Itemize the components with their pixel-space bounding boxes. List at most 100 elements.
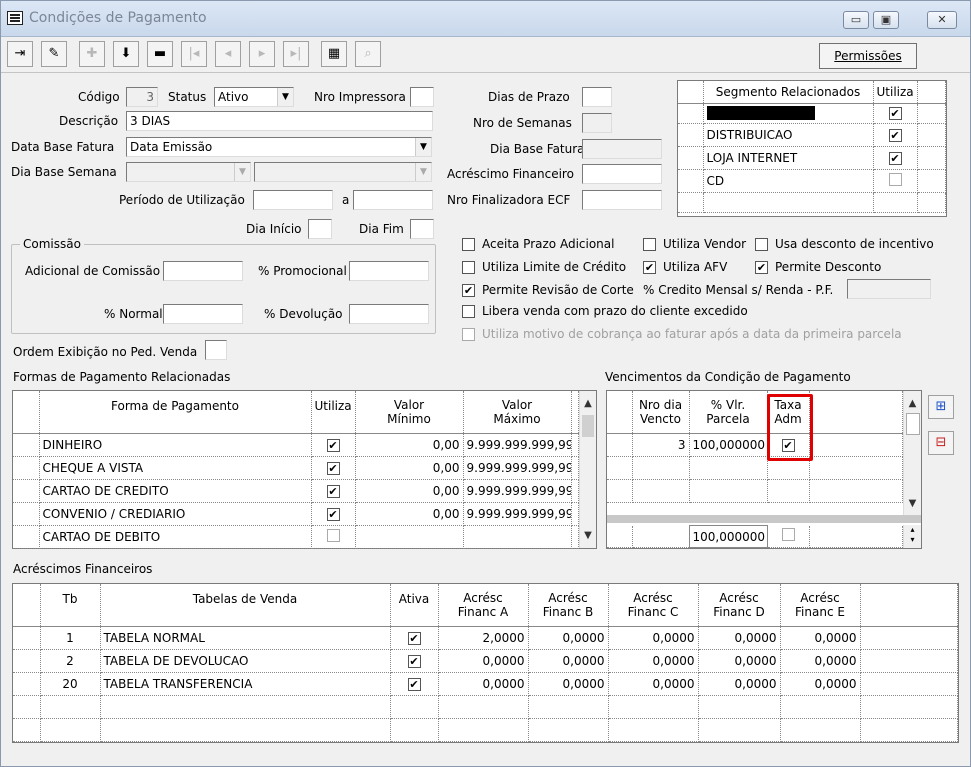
nro-impressora-field[interactable] xyxy=(410,87,434,107)
minimize-button[interactable]: ▭ xyxy=(843,11,869,29)
segmento-checkbox[interactable]: ✔ xyxy=(888,128,902,142)
permite-desconto-checkbox[interactable]: ✔ xyxy=(755,261,768,274)
data-base-fatura-select[interactable]: Data Emissão ▼ xyxy=(126,137,432,157)
financ-a-header-1: Acrésc xyxy=(463,590,503,605)
last-record-icon[interactable]: ▸| xyxy=(283,41,309,67)
forma-checkbox[interactable]: ✔ xyxy=(326,461,340,475)
acrescimos-grid[interactable]: Tb Tabelas de Venda Ativa Acrésc Financ A… xyxy=(12,583,959,743)
permite-revisao-checkbox[interactable]: ✔ xyxy=(462,284,475,297)
ativa-checkbox[interactable]: ✔ xyxy=(407,677,421,691)
normal-field[interactable] xyxy=(163,304,243,324)
permissoes-button[interactable]: Permissões xyxy=(819,43,917,69)
dia-base-fatura-field[interactable] xyxy=(582,139,662,159)
utiliza-motivo-checkbox[interactable] xyxy=(462,328,475,341)
table-row[interactable]: CARTAO DE CREDITO ✔ 0,00 9.999.999.999,9… xyxy=(13,479,579,503)
utiliza-afv-checkbox[interactable]: ✔ xyxy=(643,261,656,274)
chevron-up-icon[interactable]: ▲ xyxy=(904,395,921,413)
first-record-icon[interactable]: |◂ xyxy=(181,41,207,67)
next-record-icon[interactable]: ▸ xyxy=(249,41,275,67)
exit-icon[interactable]: ⇥ xyxy=(7,41,33,67)
forma-checkbox[interactable]: ✔ xyxy=(326,438,340,452)
dia-fim-field[interactable] xyxy=(410,219,434,239)
scroll-thumb[interactable] xyxy=(906,413,920,435)
search-icon[interactable]: ⌕ xyxy=(355,41,381,67)
taxa-adm-total-checkbox[interactable] xyxy=(781,528,795,542)
maximize-button[interactable]: ▣ xyxy=(873,11,899,29)
nro-semanas-field[interactable] xyxy=(582,113,612,133)
grid-icon[interactable]: ▦ xyxy=(321,41,347,67)
credito-mensal-field[interactable] xyxy=(847,279,931,299)
dia-base-semana-select[interactable]: ▼ xyxy=(126,162,251,182)
financ-c-cell: 0,0000 xyxy=(608,672,699,696)
table-row[interactable]: 20 TABELA TRANSFERENCIA ✔ 0,0000 0,0000 … xyxy=(13,672,958,696)
window: Condições de Pagamento ▭ ▣ ✕ ⇥ ✎ ✚ ⬇ ▬ |… xyxy=(0,0,971,767)
prev-record-icon[interactable]: ◂ xyxy=(215,41,241,67)
ativa-checkbox[interactable]: ✔ xyxy=(407,631,421,645)
dia-base-semana-select-2[interactable]: ▼ xyxy=(254,162,432,182)
acrescimo-financeiro-field[interactable] xyxy=(582,164,662,184)
codigo-field[interactable]: 3 xyxy=(126,87,158,107)
vencimentos-total-spinner[interactable]: ▴ ▾ xyxy=(903,525,921,548)
forma-checkbox[interactable]: ✔ xyxy=(326,484,340,498)
forma-checkbox[interactable]: ✔ xyxy=(326,507,340,521)
acrescimos-section-title: Acréscimos Financeiros xyxy=(13,562,153,576)
edit-icon[interactable]: ✎ xyxy=(41,41,67,67)
formas-grid[interactable]: Forma de Pagamento Utiliza Valor Mínimo V… xyxy=(12,390,597,549)
financ-e-cell: 0,0000 xyxy=(780,649,861,673)
descricao-field[interactable]: 3 DIAS xyxy=(126,111,433,131)
chevron-down-icon[interactable]: ▼ xyxy=(415,138,431,156)
promocional-field[interactable] xyxy=(349,261,429,281)
table-row[interactable]: 3 100,000000 ✔ xyxy=(607,433,903,457)
segmento-checkbox[interactable]: ✔ xyxy=(888,151,902,165)
save-icon[interactable]: ⬇ xyxy=(113,41,139,67)
periodo-fim-field[interactable] xyxy=(353,190,433,210)
ordem-exibicao-field[interactable] xyxy=(205,340,227,360)
segmento-checkbox[interactable] xyxy=(888,172,902,186)
chevron-down-icon[interactable]: ▼ xyxy=(234,163,250,181)
dias-prazo-field[interactable] xyxy=(582,87,612,107)
tabela-cell: TABELA NORMAL xyxy=(100,626,391,650)
nro-dia-vencto: 3 xyxy=(632,433,690,457)
vencimentos-scrollbar[interactable]: ▲ ▼ xyxy=(903,391,921,515)
table-row[interactable]: DISTRIBUICAO ✔ xyxy=(678,123,946,147)
data-base-fatura-value: Data Emissão xyxy=(130,140,213,154)
scroll-thumb[interactable] xyxy=(582,415,594,437)
table-row[interactable]: DINHEIRO ✔ 0,00 9.999.999.999,99 xyxy=(13,433,579,457)
table-row[interactable]: ✔ xyxy=(678,103,946,124)
dia-inicio-field[interactable] xyxy=(308,219,332,239)
close-button[interactable]: ✕ xyxy=(927,11,957,29)
segmentos-grid[interactable]: Segmento Relacionados Utiliza ✔ DISTRIBU… xyxy=(677,80,947,217)
chevron-down-icon[interactable]: ▼ xyxy=(415,163,431,181)
chevron-down-icon[interactable]: ▼ xyxy=(904,495,921,513)
chevron-down-icon[interactable]: ▼ xyxy=(277,88,293,106)
add-row-icon[interactable]: ⊞ xyxy=(928,395,954,419)
adicional-comissao-field[interactable] xyxy=(163,261,243,281)
utiliza-limite-checkbox[interactable] xyxy=(462,261,475,274)
chevron-up-icon[interactable]: ▲ xyxy=(580,395,596,413)
table-row[interactable]: CHEQUE A VISTA ✔ 0,00 9.999.999.999,99 xyxy=(13,456,579,480)
add-icon[interactable]: ✚ xyxy=(79,41,105,67)
segmento-checkbox[interactable]: ✔ xyxy=(888,107,902,120)
vencimentos-grid[interactable]: Nro dia Vencto % Vlr. Parcela Taxa Adm 3 10… xyxy=(606,390,922,549)
delete-icon[interactable]: ▬ xyxy=(147,41,173,67)
devolucao-field[interactable] xyxy=(349,304,429,324)
table-row[interactable]: CONVENIO / CREDIARIO ✔ 0,00 9.999.999.99… xyxy=(13,502,579,526)
table-row[interactable]: CD xyxy=(678,169,946,193)
utiliza-vendor-checkbox[interactable] xyxy=(643,238,656,251)
table-row[interactable]: 1 TABELA NORMAL ✔ 2,0000 0,0000 0,0000 0… xyxy=(13,626,958,650)
table-row[interactable]: LOJA INTERNET ✔ xyxy=(678,146,946,170)
periodo-inicio-field[interactable] xyxy=(253,190,333,210)
usa-desconto-checkbox[interactable] xyxy=(755,238,768,251)
ativa-checkbox[interactable]: ✔ xyxy=(407,654,421,668)
aceita-prazo-checkbox[interactable] xyxy=(462,238,475,251)
splitter xyxy=(607,515,921,523)
libera-venda-checkbox[interactable] xyxy=(462,305,475,318)
formas-scrollbar[interactable]: ▲ ▼ xyxy=(579,391,596,548)
forma-checkbox[interactable] xyxy=(326,528,340,542)
status-select[interactable]: Ativo ▼ xyxy=(214,87,294,107)
table-row[interactable]: 2 TABELA DE DEVOLUCAO ✔ 0,0000 0,0000 0,… xyxy=(13,649,958,673)
remove-row-icon[interactable]: ⊟ xyxy=(928,431,954,455)
chevron-down-icon[interactable]: ▼ xyxy=(580,527,596,545)
nro-finalizadora-field[interactable] xyxy=(582,190,662,210)
table-row[interactable]: CARTAO DE DEBITO xyxy=(13,525,579,549)
